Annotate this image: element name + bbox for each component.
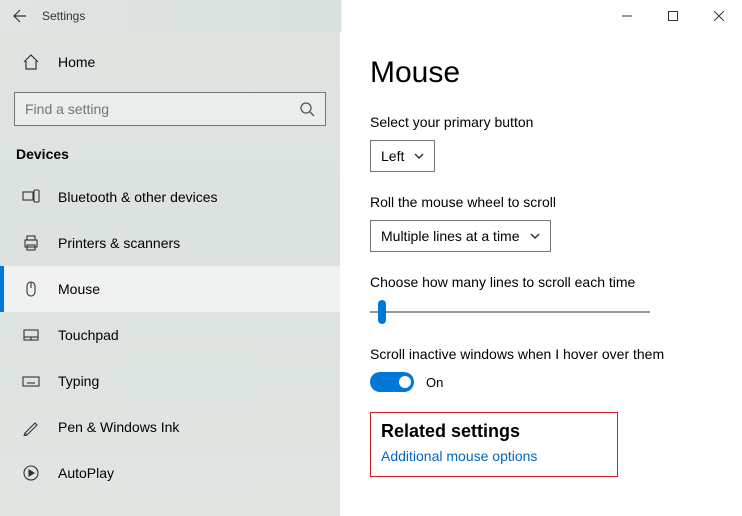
- minimize-button[interactable]: [604, 0, 650, 32]
- back-button[interactable]: [0, 0, 40, 32]
- chevron-down-icon: [530, 231, 540, 241]
- sidebar-item-printers[interactable]: Printers & scanners: [0, 220, 340, 266]
- toggle-knob: [399, 376, 411, 388]
- related-settings-box: Related settings Additional mouse option…: [370, 412, 618, 477]
- search-box[interactable]: [14, 92, 326, 126]
- sidebar-item-bluetooth[interactable]: Bluetooth & other devices: [0, 174, 340, 220]
- scroll-wheel-dropdown[interactable]: Multiple lines at a time: [370, 220, 551, 252]
- sidebar-item-label: Bluetooth & other devices: [58, 189, 218, 205]
- chevron-down-icon: [414, 151, 424, 161]
- inactive-hover-value: On: [426, 375, 443, 390]
- sidebar-item-label: Pen & Windows Ink: [58, 419, 179, 435]
- slider-track: [370, 311, 650, 313]
- close-button[interactable]: [696, 0, 742, 32]
- slider-thumb[interactable]: [378, 300, 386, 324]
- printer-icon: [22, 234, 40, 252]
- search-input[interactable]: [25, 101, 272, 117]
- maximize-button[interactable]: [650, 0, 696, 32]
- sidebar-item-typing[interactable]: Typing: [0, 358, 340, 404]
- lines-scroll-slider[interactable]: [370, 300, 650, 324]
- page-heading: Mouse: [370, 56, 742, 90]
- sidebar-item-label: AutoPlay: [58, 465, 114, 481]
- sidebar-item-mouse[interactable]: Mouse: [0, 266, 340, 312]
- lines-scroll-label: Choose how many lines to scroll each tim…: [370, 274, 742, 290]
- devices-icon: [22, 188, 40, 206]
- primary-button-label: Select your primary button: [370, 114, 742, 130]
- sidebar-item-pen[interactable]: Pen & Windows Ink: [0, 404, 340, 450]
- inactive-hover-toggle[interactable]: [370, 372, 414, 392]
- mouse-icon: [22, 280, 40, 298]
- sidebar-item-label: Mouse: [58, 281, 100, 297]
- content-pane: Mouse Select your primary button Left Ro…: [340, 32, 742, 516]
- sidebar-item-label: Touchpad: [58, 327, 119, 343]
- home-icon: [22, 53, 40, 71]
- touchpad-icon: [22, 326, 40, 344]
- keyboard-icon: [22, 372, 40, 390]
- sidebar: Home Devices Bluetooth & other devices P…: [0, 32, 340, 516]
- sidebar-item-touchpad[interactable]: Touchpad: [0, 312, 340, 358]
- sidebar-item-autoplay[interactable]: AutoPlay: [0, 450, 340, 496]
- scroll-wheel-label: Roll the mouse wheel to scroll: [370, 194, 742, 210]
- additional-mouse-options-link[interactable]: Additional mouse options: [381, 448, 537, 464]
- scroll-wheel-value: Multiple lines at a time: [381, 228, 520, 244]
- search-icon: [299, 101, 315, 117]
- inactive-hover-label: Scroll inactive windows when I hover ove…: [370, 346, 742, 362]
- titlebar: Settings: [0, 0, 742, 32]
- primary-button-dropdown[interactable]: Left: [370, 140, 435, 172]
- sidebar-item-label: Printers & scanners: [58, 235, 180, 251]
- autoplay-icon: [22, 464, 40, 482]
- home-label: Home: [58, 54, 95, 70]
- home-nav[interactable]: Home: [0, 42, 340, 82]
- sidebar-section-title: Devices: [0, 140, 340, 174]
- primary-button-value: Left: [381, 148, 404, 164]
- window-title: Settings: [42, 9, 85, 23]
- pen-icon: [22, 418, 40, 436]
- related-settings-heading: Related settings: [381, 421, 537, 442]
- sidebar-item-label: Typing: [58, 373, 99, 389]
